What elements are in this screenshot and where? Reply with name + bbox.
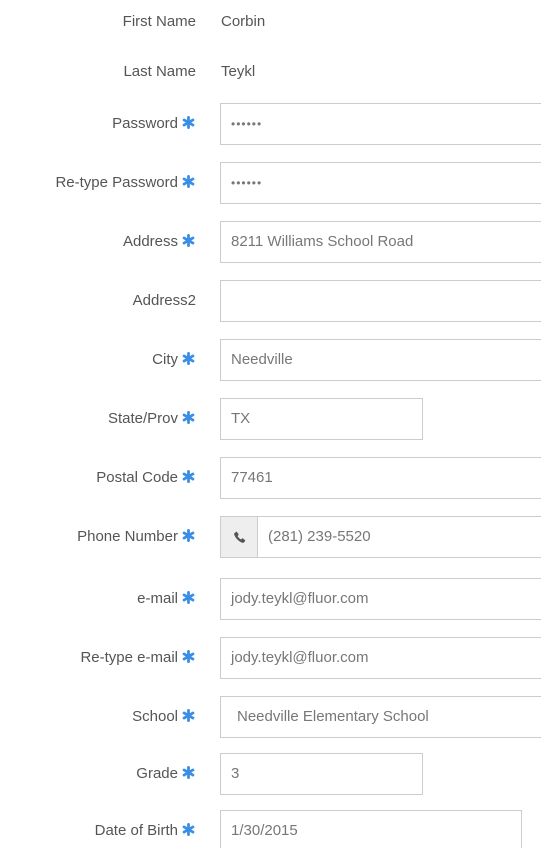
city-label-text: City (152, 351, 178, 368)
registration-form: First Name Corbin Last Name Teykl Passwo… (0, 0, 541, 848)
row-last-name: Last Name Teykl (0, 50, 541, 94)
asterisk-icon (182, 650, 195, 663)
city-input[interactable]: Needville (220, 339, 541, 381)
phone-label-text: Phone Number (77, 528, 178, 545)
asterisk-icon (182, 234, 195, 247)
retype-email-label-text: Re-type e-mail (80, 649, 178, 666)
row-state: State/Prov TX (0, 397, 541, 441)
asterisk-icon (182, 591, 195, 604)
row-retype-email: Re-type e-mail jody.teykl@fluor.com (0, 636, 541, 680)
postal-code-label: Postal Code (96, 456, 195, 500)
phone-input[interactable]: (281) 239-5520 (220, 516, 541, 558)
school-label: School (132, 695, 195, 739)
email-label: e-mail (137, 577, 195, 621)
address-label-text: Address (122, 233, 178, 250)
first-name-value: Corbin (221, 13, 266, 30)
postal-code-input[interactable]: 77461 (220, 457, 541, 499)
dob-label-text: Date of Birth (94, 822, 178, 839)
phone-label: Phone Number (77, 515, 195, 559)
postal-code-label-text: Postal Code (96, 469, 178, 486)
asterisk-icon (182, 175, 195, 188)
row-city: City Needville (0, 338, 541, 382)
address-label: Address (123, 220, 195, 264)
grade-label: Grade (136, 752, 195, 796)
state-label-text: State/Prov (107, 410, 178, 427)
address-input[interactable]: 8211 Williams School Road (220, 221, 541, 263)
phone-addon (221, 517, 258, 557)
email-label-text: e-mail (137, 590, 178, 607)
asterisk-icon (182, 116, 195, 129)
password-input[interactable]: •••••• (220, 103, 541, 145)
row-address2: Address2 (0, 279, 541, 323)
row-dob: Date of Birth 1/30/2015 (0, 809, 541, 848)
row-address: Address 8211 Williams School Road (0, 220, 541, 264)
phone-icon (233, 531, 245, 543)
retype-password-label: Re-type Password (55, 161, 195, 205)
asterisk-icon (182, 529, 195, 542)
state-label: State/Prov (108, 397, 195, 441)
dob-input[interactable]: 1/30/2015 (220, 810, 522, 848)
row-email: e-mail jody.teykl@fluor.com (0, 577, 541, 621)
last-name-label: Last Name (123, 63, 196, 80)
row-first-name: First Name Corbin (0, 0, 541, 44)
retype-password-label-text: Re-type Password (55, 174, 178, 191)
address2-label: Address2 (132, 292, 196, 309)
phone-value: (281) 239-5520 (268, 528, 371, 545)
last-name-value: Teykl (221, 63, 256, 80)
row-phone: Phone Number (281) 239-5520 (0, 515, 541, 559)
password-label: Password (112, 102, 195, 146)
row-retype-password: Re-type Password •••••• (0, 161, 541, 205)
city-label: City (152, 338, 195, 382)
retype-password-input[interactable]: •••••• (220, 162, 541, 204)
first-name-label: First Name (122, 13, 196, 30)
school-label-text: School (132, 708, 178, 725)
address2-input[interactable] (220, 280, 541, 322)
row-postal-code: Postal Code 77461 (0, 456, 541, 500)
state-input[interactable]: TX (220, 398, 423, 440)
grade-label-text: Grade (136, 765, 178, 782)
asterisk-icon (182, 823, 195, 836)
retype-email-input[interactable]: jody.teykl@fluor.com (220, 637, 541, 679)
asterisk-icon (182, 352, 195, 365)
row-password: Password •••••• (0, 102, 541, 146)
retype-email-label: Re-type e-mail (80, 636, 195, 680)
email-input[interactable]: jody.teykl@fluor.com (220, 578, 541, 620)
password-label-text: Password (112, 115, 178, 132)
asterisk-icon (182, 411, 195, 424)
grade-input[interactable]: 3 (220, 753, 423, 795)
school-select[interactable]: Needville Elementary School (220, 696, 541, 738)
row-school: School Needville Elementary School (0, 695, 541, 739)
asterisk-icon (182, 709, 195, 722)
asterisk-icon (182, 766, 195, 779)
dob-label: Date of Birth (95, 809, 195, 848)
asterisk-icon (182, 470, 195, 483)
row-grade: Grade 3 (0, 752, 541, 796)
